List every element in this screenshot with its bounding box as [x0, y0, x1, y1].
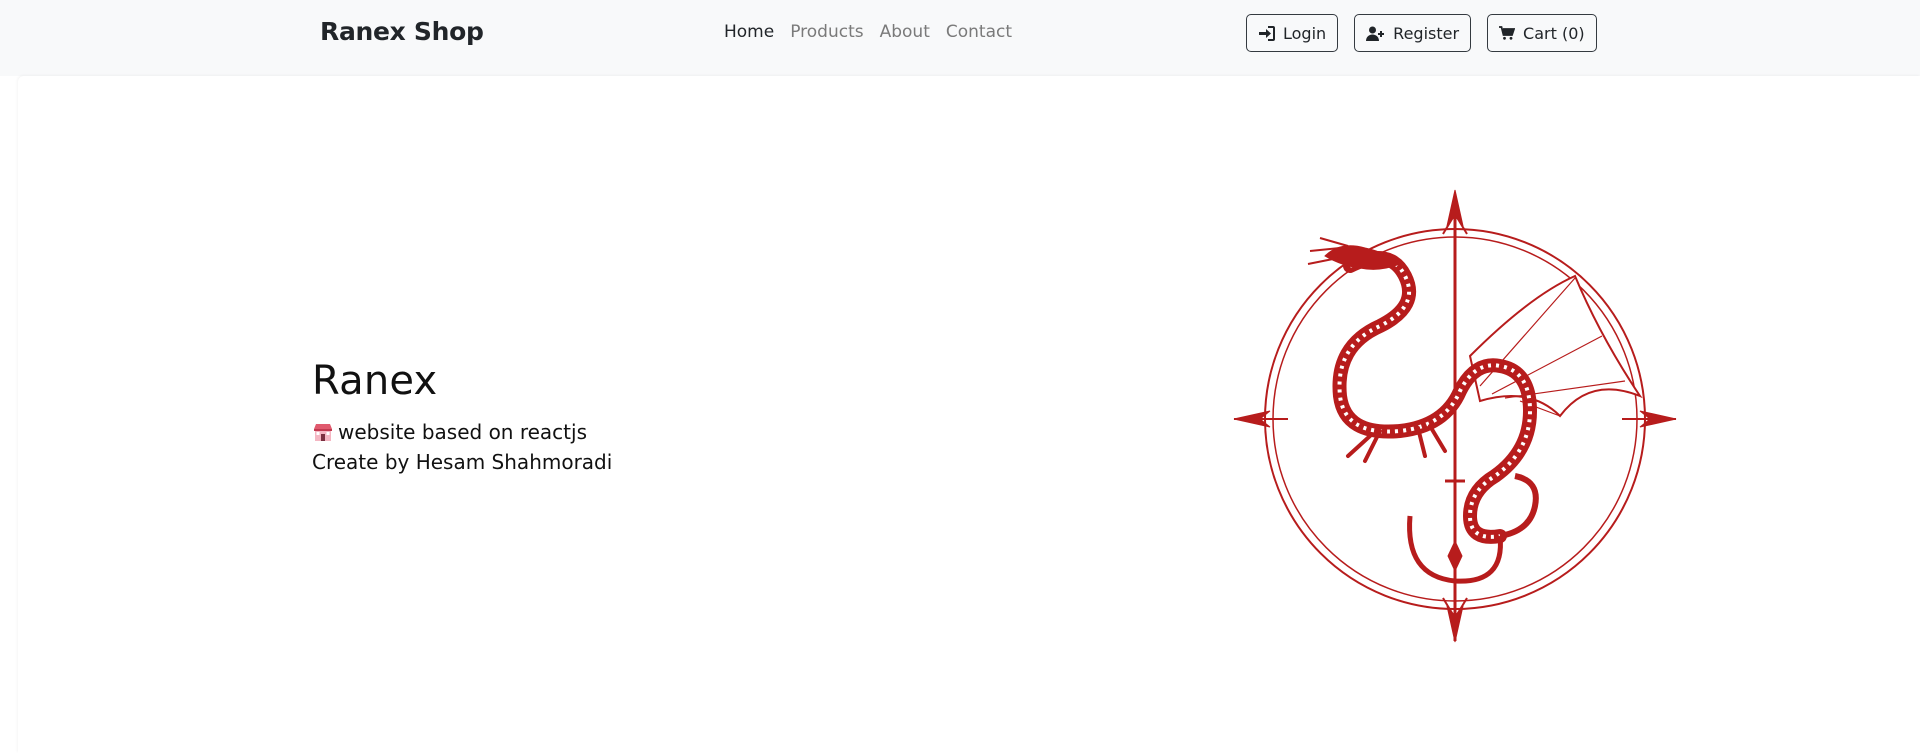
brand-logo[interactable]: Ranex Shop: [320, 17, 484, 46]
hero-subtitle: website based on reactjs: [312, 420, 587, 444]
hero-author: Create by Hesam Shahmoradi: [312, 450, 613, 474]
nav-link-contact[interactable]: Contact: [946, 22, 1012, 42]
nav-buttons: Login Register Cart (0): [1246, 14, 1597, 52]
nav-link-products[interactable]: Products: [790, 22, 863, 42]
nav-links: Home Products About Contact: [724, 22, 1012, 42]
shopping-cart-icon: [1499, 26, 1516, 40]
login-label: Login: [1283, 23, 1327, 43]
dragon-logo-image: [1233, 189, 1677, 643]
register-label: Register: [1393, 23, 1460, 43]
nav-link-about[interactable]: About: [880, 22, 930, 42]
hero-subtitle-text: website based on reactjs: [338, 420, 587, 444]
cart-button[interactable]: Cart (0): [1487, 14, 1597, 52]
login-button[interactable]: Login: [1246, 14, 1339, 52]
register-button[interactable]: Register: [1354, 14, 1472, 52]
user-plus-icon: [1366, 26, 1385, 41]
navbar: Ranex Shop Home Products About Contact L…: [0, 0, 1920, 76]
sign-in-icon: [1258, 25, 1275, 41]
store-emoji-icon: [312, 421, 334, 443]
hero-title: Ranex: [312, 358, 438, 404]
cart-label: Cart (0): [1523, 23, 1585, 43]
nav-link-home[interactable]: Home: [724, 22, 774, 42]
